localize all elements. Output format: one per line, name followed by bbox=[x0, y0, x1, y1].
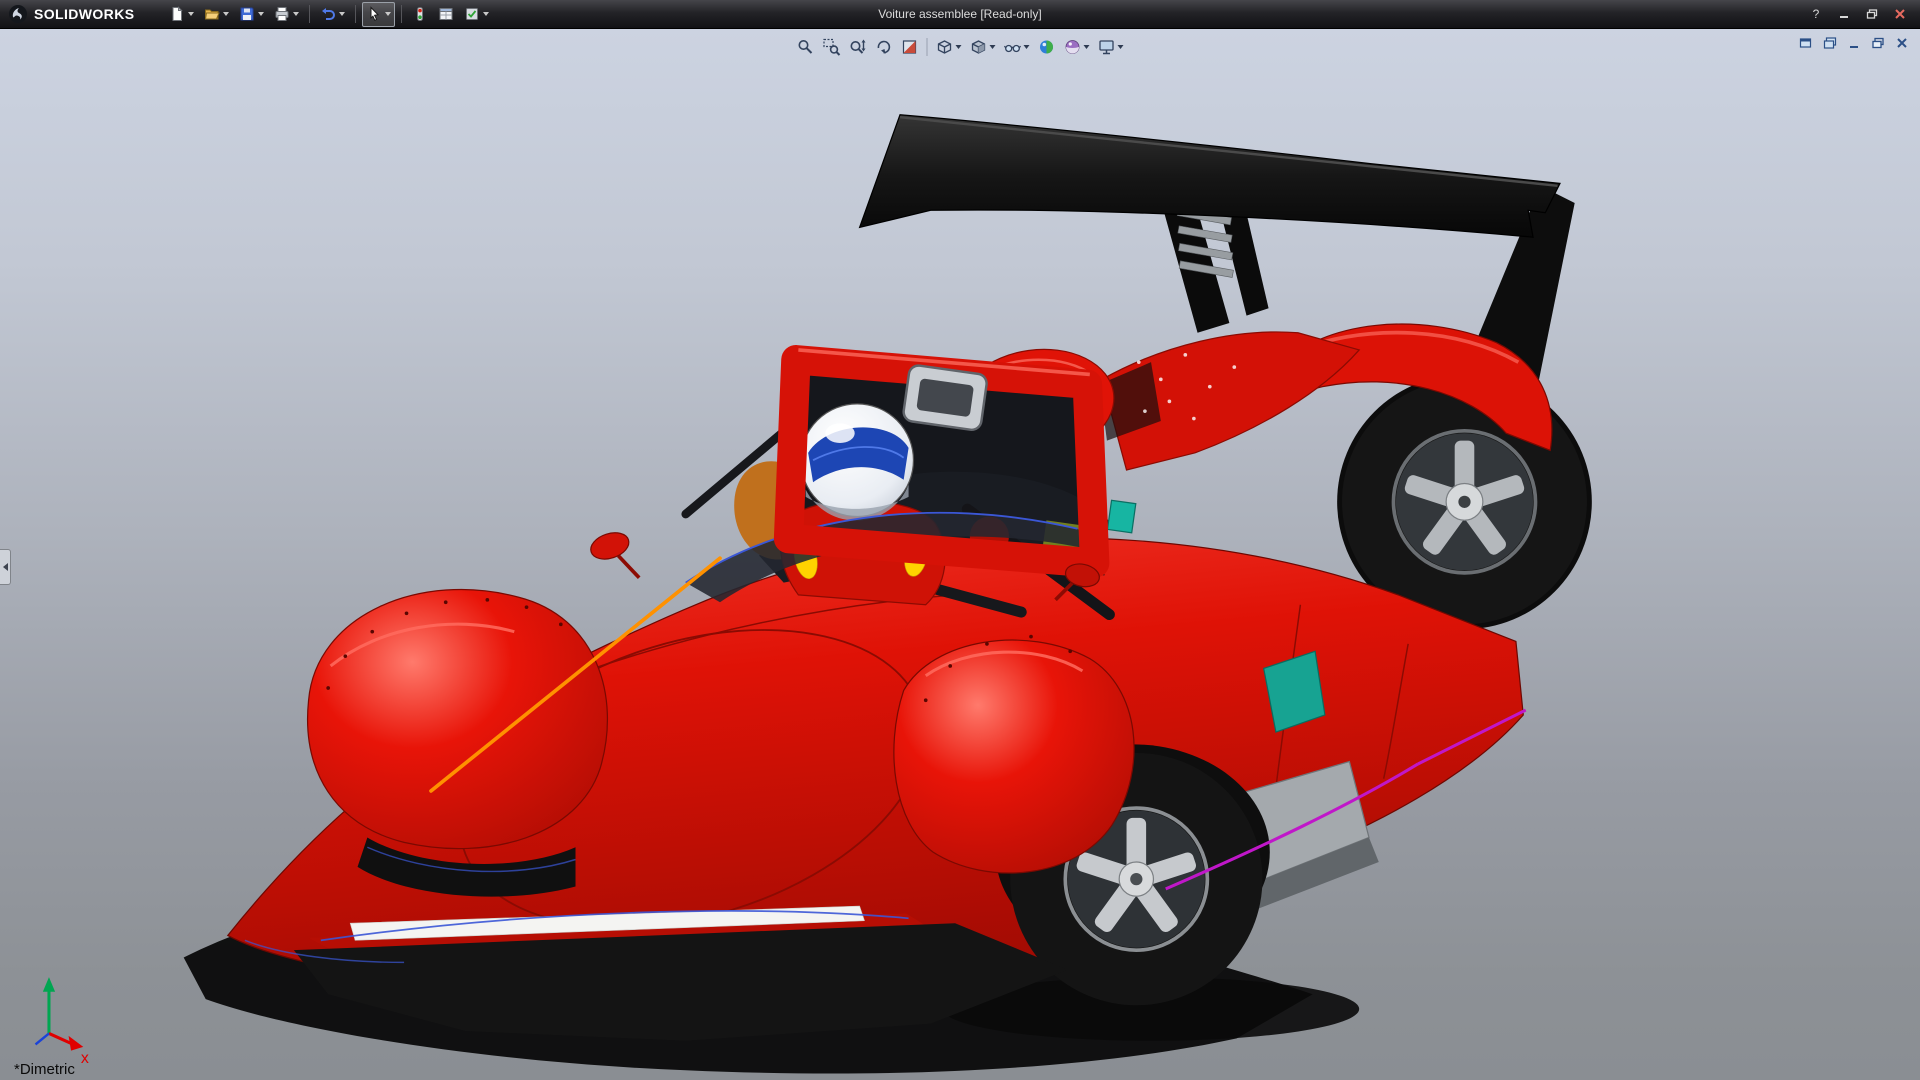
save-icon bbox=[239, 6, 255, 22]
rotate-view-button[interactable] bbox=[872, 34, 896, 60]
solidworks-logo-icon bbox=[8, 4, 28, 24]
new-window-icon bbox=[1823, 37, 1837, 49]
front-left-fender bbox=[308, 589, 608, 848]
edit-appearance-button[interactable] bbox=[1035, 34, 1059, 60]
open-button[interactable] bbox=[200, 2, 233, 27]
print-button[interactable] bbox=[270, 2, 303, 27]
view-settings-button[interactable] bbox=[1095, 34, 1127, 60]
close-icon bbox=[1894, 9, 1906, 19]
restore-icon bbox=[1866, 9, 1878, 19]
save-button[interactable] bbox=[235, 2, 268, 27]
options-button[interactable] bbox=[460, 2, 493, 27]
hide-show-items-icon bbox=[1004, 38, 1022, 56]
zoom-to-fit-button[interactable] bbox=[794, 34, 818, 60]
titlebar: SOLIDWORKS bbox=[0, 0, 1920, 29]
edit-appearance-icon bbox=[1038, 38, 1056, 56]
heads-up-view-toolbar bbox=[793, 34, 1128, 60]
chevron-left-icon bbox=[3, 563, 8, 571]
restore-document-button[interactable] bbox=[1868, 34, 1888, 51]
toolbar-separator bbox=[355, 5, 356, 23]
rotate-view-icon bbox=[875, 38, 893, 56]
view-settings-icon bbox=[1098, 38, 1116, 56]
driver-helmet bbox=[801, 404, 914, 521]
zoom-in-out-icon bbox=[849, 38, 867, 56]
solidworks-brand: SOLIDWORKS bbox=[0, 4, 146, 24]
car-model: x bbox=[0, 29, 1920, 1080]
front-right-fender bbox=[894, 640, 1134, 873]
rebuild-button[interactable] bbox=[408, 2, 432, 27]
undo-icon bbox=[320, 6, 336, 22]
close-button[interactable] bbox=[1888, 5, 1912, 24]
select-button[interactable] bbox=[362, 2, 395, 27]
restore-button[interactable] bbox=[1860, 5, 1884, 24]
undo-button[interactable] bbox=[316, 2, 349, 27]
open-icon bbox=[204, 6, 220, 22]
help-button[interactable]: ? bbox=[1804, 5, 1828, 24]
file-properties-button[interactable] bbox=[434, 2, 458, 27]
window-title: Voiture assemblee [Read-only] bbox=[878, 7, 1041, 21]
close-document-icon bbox=[1895, 37, 1909, 49]
document-window-controls bbox=[1796, 34, 1912, 51]
hide-show-items-button[interactable] bbox=[1001, 34, 1033, 60]
zoom-to-area-icon bbox=[823, 38, 841, 56]
new-document-icon bbox=[169, 6, 185, 22]
triad-x-label: x bbox=[81, 1050, 89, 1067]
print-icon bbox=[274, 6, 290, 22]
main-toolbar bbox=[164, 2, 494, 27]
hud-separator bbox=[927, 38, 928, 56]
minimize-document-button[interactable] bbox=[1844, 34, 1864, 51]
feature-panel-flyout-tab[interactable] bbox=[0, 549, 11, 585]
display-style-button[interactable] bbox=[967, 34, 999, 60]
view-orientation-icon bbox=[936, 38, 954, 56]
restore-document-icon bbox=[1871, 37, 1885, 49]
zoom-to-fit-icon bbox=[797, 38, 815, 56]
restore-window-button[interactable] bbox=[1796, 34, 1816, 51]
file-properties-icon bbox=[438, 6, 454, 22]
intake-box bbox=[902, 364, 987, 431]
reference-triad: x bbox=[36, 977, 89, 1067]
options-icon bbox=[464, 6, 480, 22]
solidworks-window: SOLIDWORKS bbox=[0, 0, 1920, 1080]
view-orientation-button[interactable] bbox=[933, 34, 965, 60]
window-controls: ? bbox=[1804, 5, 1920, 24]
select-cursor-icon bbox=[366, 6, 382, 22]
close-document-button[interactable] bbox=[1892, 34, 1912, 51]
apply-scene-icon bbox=[1064, 38, 1082, 56]
apply-scene-button[interactable] bbox=[1061, 34, 1093, 60]
minimize-icon bbox=[1838, 9, 1850, 19]
minimize-button[interactable] bbox=[1832, 5, 1856, 24]
graphics-viewport[interactable]: x bbox=[0, 29, 1920, 1080]
new-document-button[interactable] bbox=[165, 2, 198, 27]
brand-name: SOLIDWORKS bbox=[34, 6, 134, 22]
toolbar-separator bbox=[309, 5, 310, 23]
section-view-icon bbox=[901, 38, 919, 56]
zoom-in-out-button[interactable] bbox=[846, 34, 870, 60]
section-view-button[interactable] bbox=[898, 34, 922, 60]
zoom-to-area-button[interactable] bbox=[820, 34, 844, 60]
rebuild-traffic-light-icon bbox=[412, 6, 428, 22]
view-orientation-label: *Dimetric bbox=[14, 1061, 75, 1078]
minimize-document-icon bbox=[1847, 37, 1861, 49]
toolbar-separator bbox=[401, 5, 402, 23]
restore-window-icon bbox=[1799, 37, 1813, 49]
new-window-button[interactable] bbox=[1820, 34, 1840, 51]
display-style-icon bbox=[970, 38, 988, 56]
